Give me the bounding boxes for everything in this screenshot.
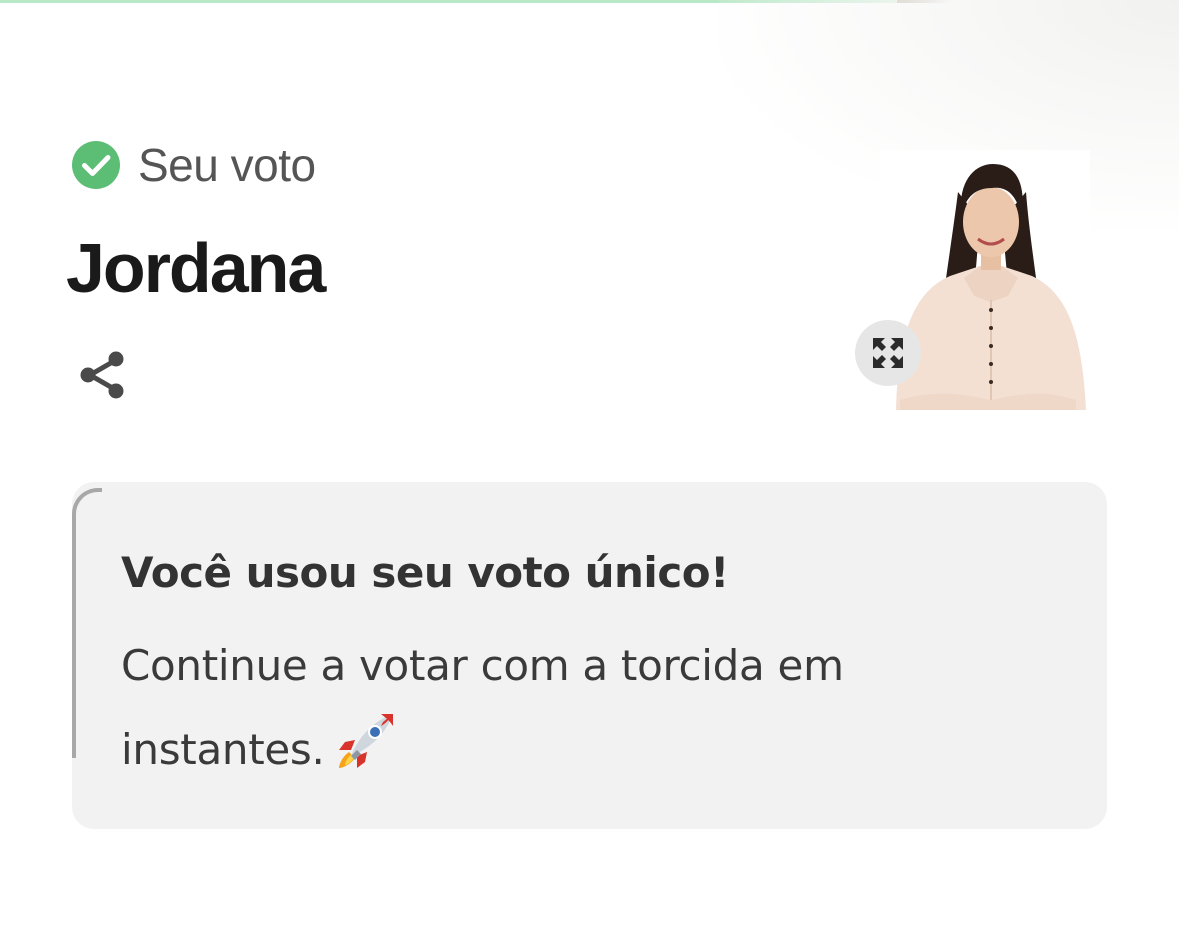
card-accent-border [72,488,102,758]
vote-confirmation-card: Você usou seu voto único! Continue a vot… [72,482,1107,829]
expand-photo-button[interactable] [855,320,921,386]
card-title: Você usou seu voto único! [121,548,729,597]
candidate-name: Jordana [66,229,326,307]
vote-status: Seu voto [72,140,316,190]
check-circle-icon [72,141,120,189]
card-body: Continue a votar com a torcida em instan… [121,624,971,792]
rocket-icon [335,710,397,772]
share-button[interactable] [74,346,132,404]
expand-icon [871,336,905,370]
vote-status-label: Seu voto [138,139,316,191]
card-body-text: Continue a votar com a torcida em instan… [121,641,844,774]
share-icon [74,346,132,404]
